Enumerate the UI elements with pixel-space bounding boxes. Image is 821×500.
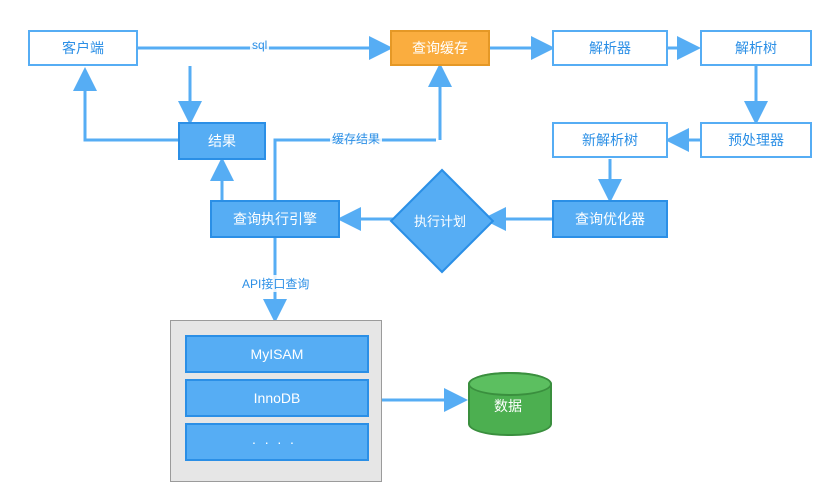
engine-more: ···· (185, 423, 369, 461)
node-parser: 解析器 (552, 30, 668, 66)
node-optimizer: 查询优化器 (552, 200, 668, 238)
engine-more-label: ···· (252, 434, 303, 450)
node-new-tree-label: 新解析树 (582, 130, 638, 150)
node-client-label: 客户端 (62, 38, 104, 58)
node-parse-tree-label: 解析树 (735, 38, 777, 58)
node-client: 客户端 (28, 30, 138, 66)
engine-innodb-label: InnoDB (254, 390, 301, 406)
node-plan (390, 169, 495, 274)
engine-myisam-label: MyISAM (251, 346, 304, 362)
diagram-canvas: 客户端 查询缓存 解析器 解析树 结果 新解析树 预处理器 查询执行引擎 执行计… (0, 0, 821, 500)
node-parser-label: 解析器 (589, 38, 631, 58)
node-cache-label: 查询缓存 (412, 38, 468, 58)
node-executor-label: 查询执行引擎 (233, 209, 317, 229)
node-preproc-label: 预处理器 (728, 130, 784, 150)
node-result: 结果 (178, 122, 266, 160)
edge-label-sql: sql (250, 38, 269, 52)
node-data (468, 372, 552, 436)
node-new-tree: 新解析树 (552, 122, 668, 158)
node-cache: 查询缓存 (390, 30, 490, 66)
node-optimizer-label: 查询优化器 (575, 209, 645, 229)
edge-label-cache-result: 缓存结果 (330, 130, 382, 147)
node-parse-tree: 解析树 (700, 30, 812, 66)
node-preproc: 预处理器 (700, 122, 812, 158)
engine-innodb: InnoDB (185, 379, 369, 417)
node-executor: 查询执行引擎 (210, 200, 340, 238)
edge-label-api-query: API接口查询 (240, 275, 311, 292)
node-result-label: 结果 (208, 131, 236, 151)
edges-layer (0, 0, 821, 500)
engine-myisam: MyISAM (185, 335, 369, 373)
